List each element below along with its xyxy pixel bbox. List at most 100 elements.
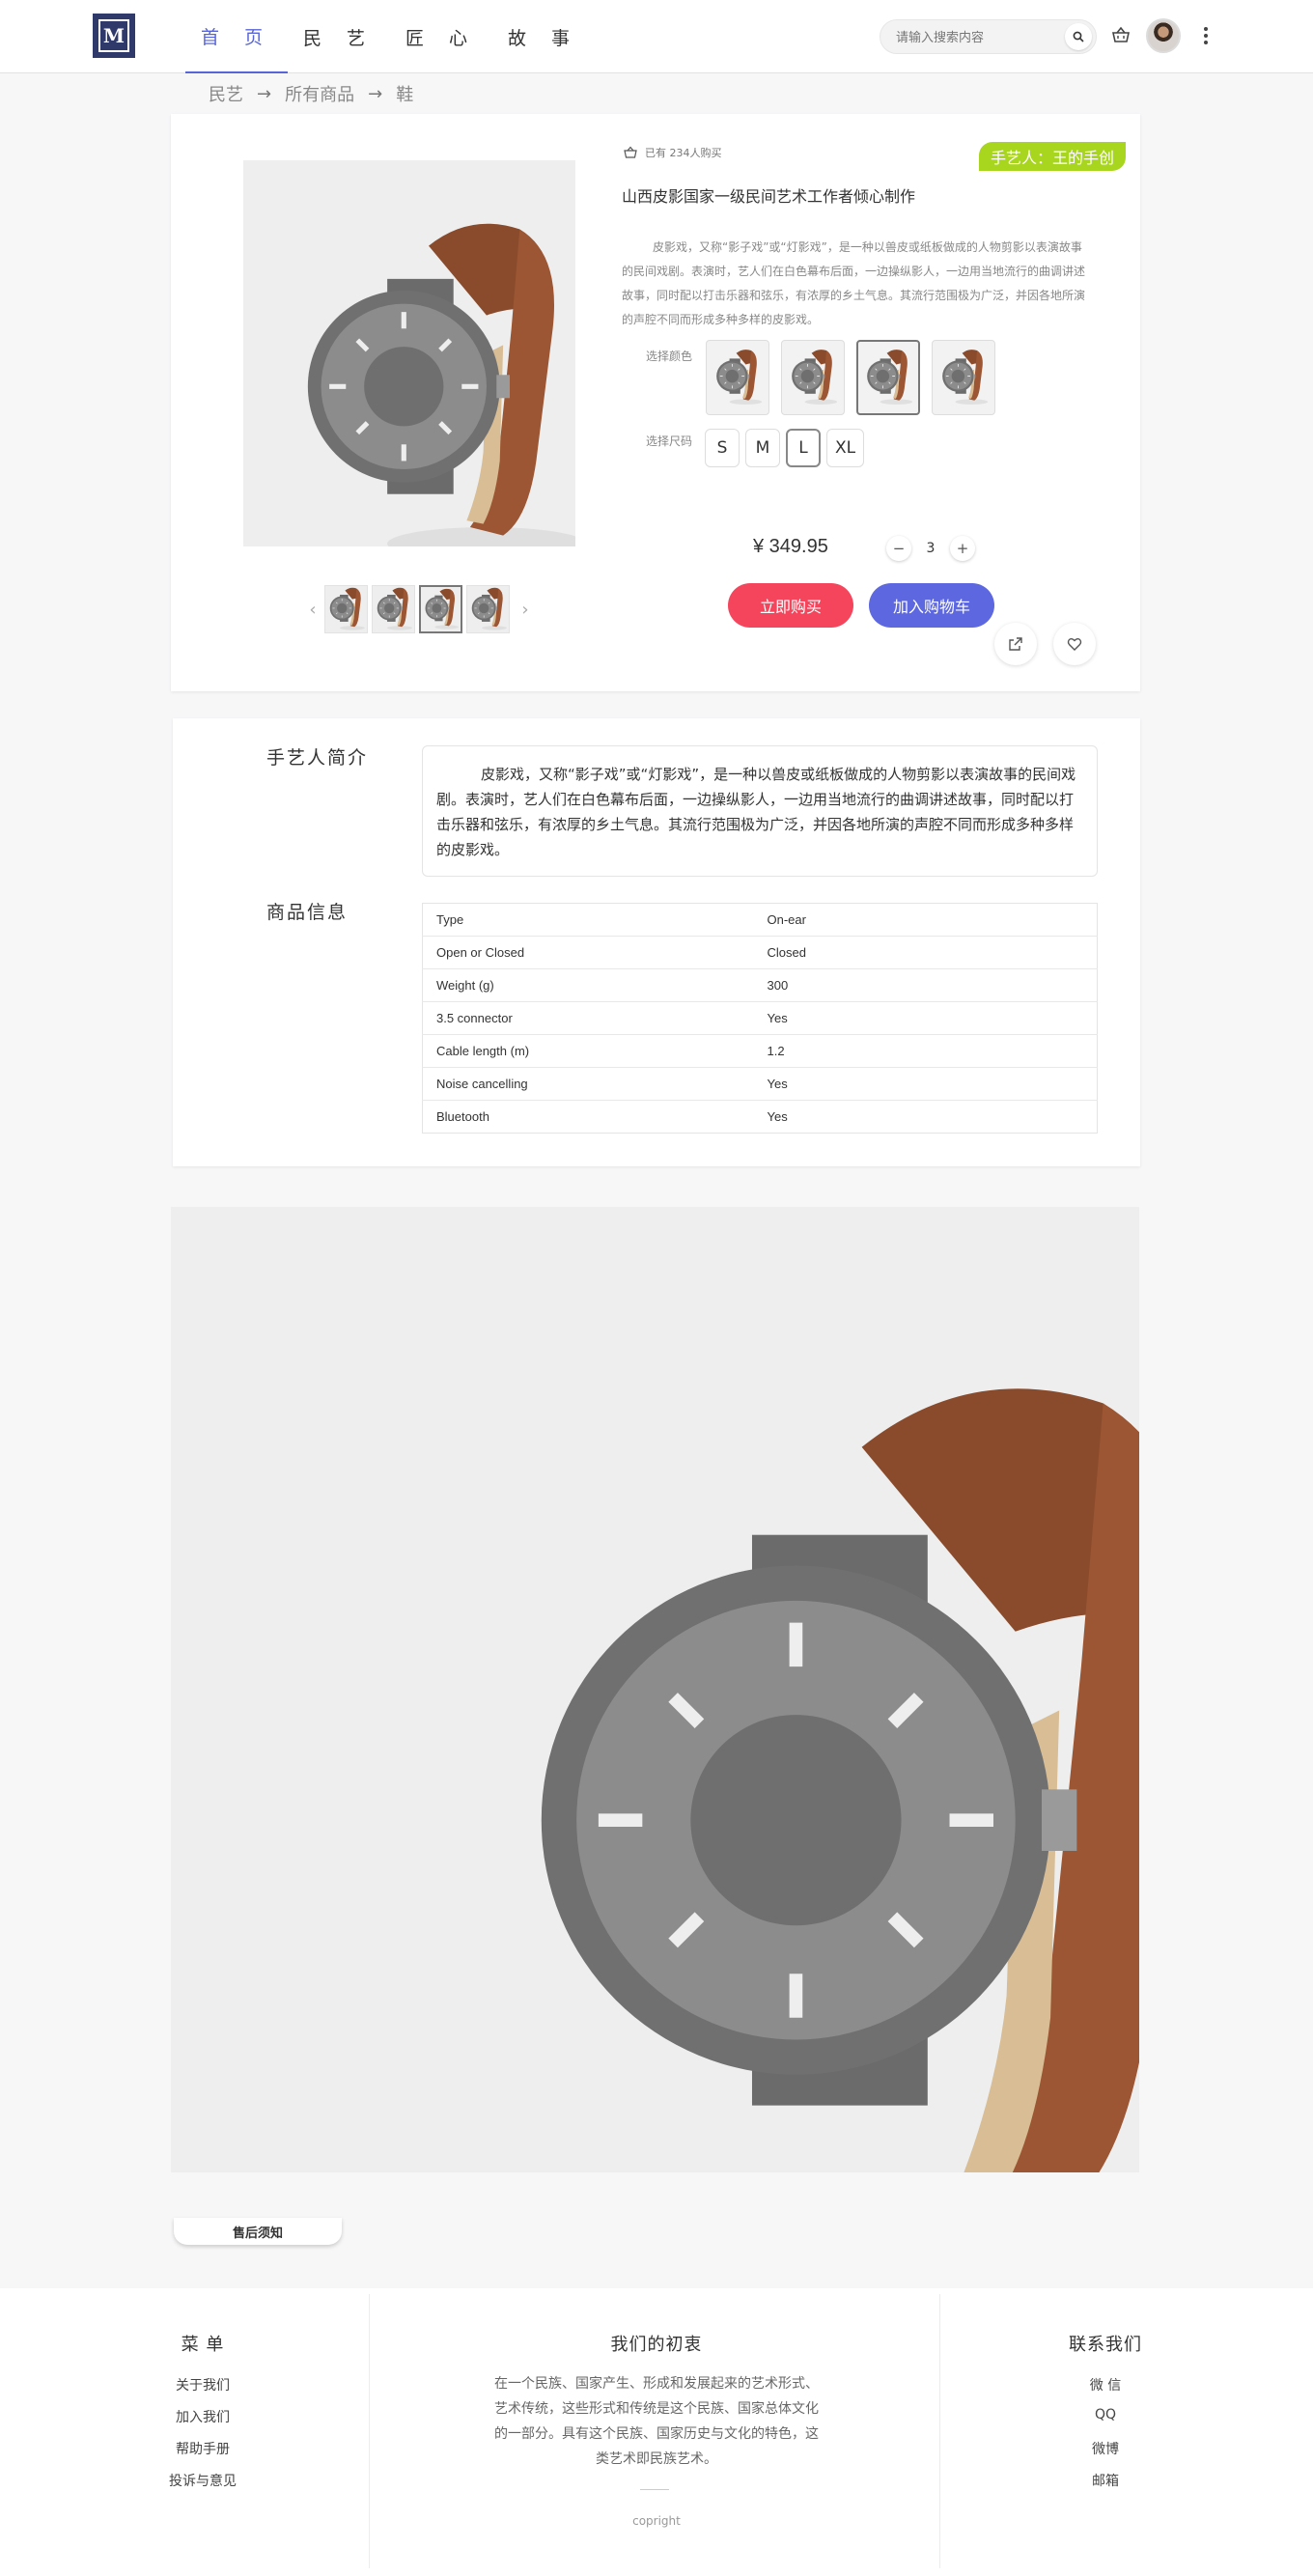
logo-letter: M — [98, 19, 129, 52]
heart-icon — [1067, 638, 1082, 651]
color-option[interactable] — [781, 340, 845, 415]
artisan-intro-title: 手艺人简介 — [266, 747, 369, 769]
footer-link-weibo[interactable]: 微博 — [1048, 2439, 1163, 2458]
spec-key: Noise cancelling — [422, 1067, 754, 1101]
color-option[interactable] — [706, 340, 769, 415]
color-option-selected[interactable] — [856, 340, 920, 415]
table-row: Type On-ear — [422, 903, 1098, 937]
spec-table: Type On-ear Open or Closed Closed Weight (… — [422, 903, 1098, 1134]
size-option-m[interactable]: M — [745, 429, 780, 467]
nav-craftsmanship[interactable]: 匠 心 — [390, 0, 492, 73]
main-nav: 首 页 民 艺 匠 心 故 事 — [185, 0, 595, 73]
size-option-s[interactable]: S — [705, 429, 740, 467]
footer-link-email[interactable]: 邮箱 — [1048, 2471, 1163, 2490]
basket-icon — [624, 146, 637, 158]
search-bar — [880, 19, 1097, 54]
more-vertical-icon[interactable] — [1201, 25, 1211, 46]
color-option[interactable] — [932, 340, 995, 415]
table-row: Open or Closed Closed — [422, 936, 1098, 969]
color-label: 选择颜色 — [646, 350, 693, 363]
breadcrumb-folk-art[interactable]: 民艺 — [209, 81, 243, 106]
footer-link-help[interactable]: 帮助手册 — [145, 2439, 261, 2458]
footer-divider — [369, 2294, 370, 2568]
spec-key: Open or Closed — [422, 936, 754, 969]
spec-key: Weight (g) — [422, 968, 754, 1002]
copyright: copright — [632, 2514, 681, 2528]
buy-now-button[interactable]: 立即购买 — [728, 583, 853, 628]
product-detail-image — [171, 1207, 1139, 2172]
table-row: Weight (g) 300 — [422, 968, 1098, 1002]
goods-info-title: 商品信息 — [266, 902, 349, 923]
footer-link-join[interactable]: 加入我们 — [145, 2407, 261, 2426]
breadcrumb-all-products[interactable]: 所有商品 — [285, 81, 354, 106]
footer-separator — [640, 2489, 669, 2490]
spec-key: Bluetooth — [436, 1109, 489, 1124]
table-row: Bluetooth Yes — [423, 1101, 1098, 1134]
search-input[interactable] — [896, 28, 1060, 47]
add-to-cart-button[interactable]: 加入购物车 — [869, 583, 994, 628]
size-label: 选择尺码 — [646, 434, 693, 448]
share-button[interactable] — [994, 623, 1037, 665]
user-avatar[interactable] — [1146, 18, 1181, 53]
spec-key: 3.5 connector — [422, 1001, 754, 1035]
price: ¥ 349.95 — [753, 536, 828, 557]
quantity-stepper: − 3 + — [886, 536, 975, 561]
artisan-tag[interactable]: 手艺人：王的手创 — [979, 142, 1127, 171]
buyer-count-text: 已有 234人购买 — [645, 147, 722, 159]
product-description: 皮影戏，又称“影子戏”或“灯影戏”，是一种以兽皮或纸板做成的人物剪影以表演故事的… — [622, 240, 1086, 326]
thumbnail[interactable] — [324, 585, 368, 633]
quantity-value[interactable]: 3 — [911, 541, 950, 556]
footer-link-about[interactable]: 关于我们 — [145, 2375, 261, 2394]
footer-mission-title: 我们的初衷 — [610, 2335, 703, 2355]
footer-link-feedback[interactable]: 投诉与意见 — [145, 2471, 261, 2490]
thumb-prev-icon[interactable]: ‹ — [301, 585, 324, 633]
spec-value: 300 — [753, 968, 1098, 1002]
spec-value: Yes — [753, 1001, 1098, 1035]
thumbnail-strip: ‹ › — [301, 585, 537, 633]
shopping-basket-icon[interactable] — [1110, 24, 1131, 45]
logo[interactable]: M — [93, 14, 135, 58]
footer-contact-title: 联系我们 — [1069, 2335, 1142, 2355]
thumb-next-icon[interactable]: › — [514, 585, 537, 633]
arrow-right-icon: → — [257, 83, 272, 104]
spec-value: Yes — [767, 1109, 788, 1124]
spec-value: Yes — [753, 1067, 1098, 1101]
thumbnail-selected[interactable] — [419, 585, 462, 633]
artisan-intro-text: 皮影戏，又称“影子戏”或“灯影戏”，是一种以兽皮或纸板做成的人物剪影以表演故事的… — [422, 745, 1098, 877]
thumbnail[interactable] — [466, 585, 510, 633]
size-option-xl[interactable]: XL — [826, 429, 865, 467]
nav-home[interactable]: 首 页 — [185, 0, 288, 73]
decrease-button[interactable]: − — [886, 536, 911, 561]
size-options: S M L XL — [705, 429, 870, 467]
search-icon — [1073, 31, 1084, 42]
spec-key: Cable length (m) — [422, 1034, 754, 1068]
footer-mission-text: 在一个民族、国家产生、形成和发展起来的艺术形式、艺术传统，这些形式和传统是这个民… — [494, 2376, 819, 2467]
after-sale-tab[interactable]: 售后须知 — [174, 2218, 342, 2245]
footer-link-qq[interactable]: QQ — [1048, 2407, 1163, 2422]
spec-value: On-ear — [753, 903, 1098, 937]
breadcrumb-shoes[interactable]: 鞋 — [396, 81, 413, 106]
table-row: 3.5 connector Yes — [422, 1001, 1098, 1035]
search-button[interactable] — [1065, 23, 1092, 50]
footer-divider — [939, 2294, 940, 2568]
buyer-count: 已有 234人购买 — [624, 145, 722, 160]
thumbnail[interactable] — [372, 585, 415, 633]
share-icon — [1009, 637, 1022, 651]
spec-key: Type — [422, 903, 754, 937]
arrow-right-icon: → — [368, 83, 383, 104]
size-option-l[interactable]: L — [786, 429, 821, 467]
spec-value: 1.2 — [753, 1034, 1098, 1068]
footer-menu-title: 菜 单 — [181, 2335, 225, 2355]
increase-button[interactable]: + — [950, 536, 975, 561]
color-options — [706, 340, 1007, 415]
table-row: Cable length (m) 1.2 — [422, 1034, 1098, 1068]
header: M 首 页 民 艺 匠 心 故 事 — [0, 0, 1313, 73]
table-row: Noise cancelling Yes — [422, 1067, 1098, 1101]
favorite-button[interactable] — [1053, 623, 1096, 665]
footer-link-wechat[interactable]: 微 信 — [1048, 2375, 1163, 2394]
nav-folk-art[interactable]: 民 艺 — [288, 0, 390, 73]
product-main-image — [243, 160, 575, 546]
breadcrumb: 民艺 → 所有商品 → 鞋 — [209, 81, 413, 106]
nav-stories[interactable]: 故 事 — [492, 0, 595, 73]
product-title: 山西皮影国家一级民间艺术工作者倾心制作 — [622, 187, 916, 206]
